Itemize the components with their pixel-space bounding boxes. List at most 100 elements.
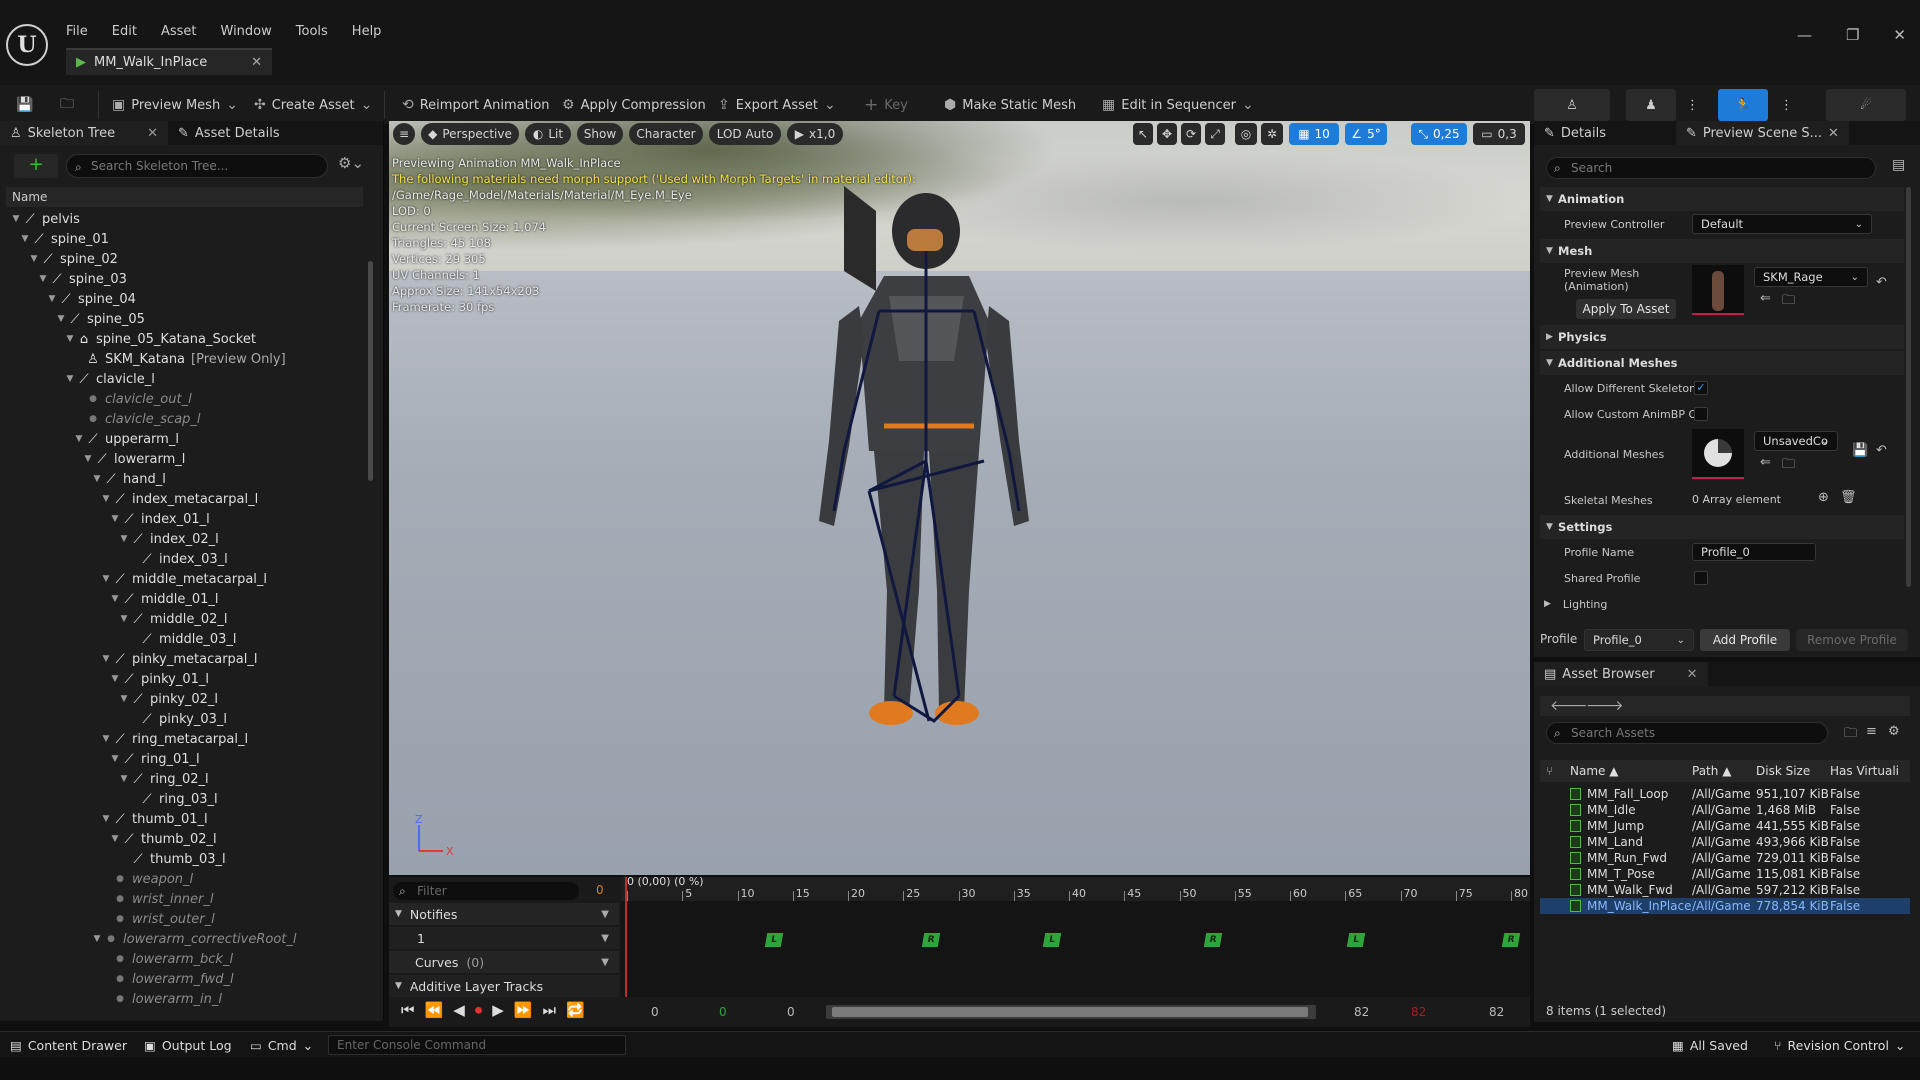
menu-help[interactable]: Help <box>352 24 382 39</box>
tree-node[interactable]: ▼ ⟋ pelvis <box>6 209 363 229</box>
tree-node[interactable]: ▼ ⟋ pinky_metacarpal_l <box>6 649 363 669</box>
edit-in-sequencer-button[interactable]: ▦ Edit in Sequencer ⌄ <box>1102 85 1254 125</box>
tab-preview-scene-settings[interactable]: ✎ Preview Scene S... ✕ <box>1675 121 1849 145</box>
reset-arrow-icon[interactable]: ↶ <box>1876 443 1887 458</box>
cmd-button[interactable]: ▭ Cmd ⌄ <box>250 1032 313 1058</box>
tree-node[interactable]: ▼ ⌂ spine_05_Katana_Socket <box>6 329 363 349</box>
add-profile-button[interactable]: Add Profile <box>1700 629 1790 651</box>
range-start-green[interactable]: 0 <box>719 1005 727 1019</box>
section-additional-meshes[interactable]: ▼ Additional Meshes <box>1540 351 1904 375</box>
tree-node[interactable]: ▼ ⟋ index_02_l <box>6 529 363 549</box>
tree-node[interactable]: ▼ ⟋ thumb_02_l <box>6 829 363 849</box>
revision-control-button[interactable]: ⑂ Revision Control ⌄ <box>1774 1032 1905 1058</box>
browse-asset-icon[interactable]: 🗀 <box>1782 455 1795 477</box>
select-tool-icon[interactable]: ↖ <box>1133 123 1153 145</box>
preview-viewport[interactable]: ≡ ◆ Perspective ◐ Lit Show Character LOD A… <box>389 121 1530 875</box>
expand-arrow-icon[interactable]: ▼ <box>118 774 130 784</box>
tree-node[interactable]: ▼ ⟋ ring_metacarpal_l <box>6 729 363 749</box>
minimize-icon[interactable]: — <box>1797 26 1812 44</box>
expand-arrow-icon[interactable]: ▼ <box>109 514 121 524</box>
translate-tool-icon[interactable]: ✥ <box>1157 123 1177 145</box>
expand-arrow-icon[interactable]: ▼ <box>100 734 112 744</box>
reimport-animation-button[interactable]: ⟲ Reimport Animation <box>402 85 550 125</box>
lighting-row[interactable]: ▶ Lighting <box>1540 593 1904 615</box>
curves-track-header[interactable]: Curves (0) ▼ <box>389 951 619 973</box>
physics-mode-button[interactable]: ☄ <box>1826 89 1906 121</box>
close-tab-icon[interactable]: ✕ <box>1828 126 1839 141</box>
tree-node[interactable]: ▼ ⟋ hand_l <box>6 469 363 489</box>
forward-arrow-icon[interactable]: 🡒 <box>1586 697 1624 714</box>
range-end-2[interactable]: 82 <box>1489 1005 1504 1019</box>
allow-different-skeleton-checkbox[interactable]: ✓ <box>1694 381 1708 395</box>
add-button[interactable]: + <box>14 154 58 178</box>
notify-marker[interactable]: L <box>764 933 784 947</box>
tree-node[interactable]: ▼ ⟋ ring_02_l <box>6 769 363 789</box>
tree-node[interactable]: ● lowerarm_bck_l <box>6 949 363 969</box>
all-saved-button[interactable]: ▦ All Saved <box>1672 1032 1748 1058</box>
section-physics[interactable]: ▶ Physics <box>1540 325 1904 349</box>
menu-edit[interactable]: Edit <box>112 24 137 39</box>
apply-compression-button[interactable]: ⚙ Apply Compression <box>562 85 706 125</box>
timeline-scrollbar[interactable] <box>826 1005 1316 1019</box>
save-button[interactable]: 💾 <box>16 85 33 125</box>
expand-arrow-icon[interactable]: ▼ <box>73 434 85 444</box>
use-selected-asset-icon[interactable]: ⇐ <box>1760 291 1771 306</box>
use-selected-asset-icon[interactable]: ⇐ <box>1760 455 1771 470</box>
shared-profile-checkbox[interactable] <box>1694 571 1708 585</box>
tree-node[interactable]: ▼ ⟋ middle_metacarpal_l <box>6 569 363 589</box>
timeline-track-area[interactable]: 5 10 15 20 25 30 35 40 45 50 55 60 65 70 75 80 0 (0,00)… <box>621 875 1530 997</box>
tree-node[interactable]: ▼ ⟋ pinky_02_l <box>6 689 363 709</box>
range-start[interactable]: 0 <box>651 1005 659 1019</box>
angle-snap-button[interactable]: ∠ 5° <box>1345 123 1387 145</box>
skip-to-start-icon[interactable]: ⏮ <box>401 1001 415 1019</box>
additional-mesh-thumbnail[interactable] <box>1692 429 1744 479</box>
export-asset-button[interactable]: ⇪ Export Asset ⌄ <box>718 85 836 125</box>
tree-node[interactable]: ▼ ⟋ index_metacarpal_l <box>6 489 363 509</box>
column-options-icon[interactable]: ⑂ <box>1540 764 1570 778</box>
expand-arrow-icon[interactable]: ▼ <box>109 834 121 844</box>
expand-arrow-icon[interactable]: ▼ <box>46 294 58 304</box>
section-settings[interactable]: ▼ Settings <box>1540 515 1904 539</box>
settings-gear-icon[interactable]: ⚙⌄ <box>338 154 364 172</box>
menu-tools[interactable]: Tools <box>296 24 328 39</box>
tree-node[interactable]: ▼ ⟋ spine_04 <box>6 289 363 309</box>
record-icon[interactable]: ⏺ <box>475 1001 483 1019</box>
camera-speed-button[interactable]: ▭ 0,3 <box>1473 123 1525 145</box>
asset-row[interactable]: MM_Run_Fwd/All/Game 729,011 KiB False <box>1540 850 1910 866</box>
range-end[interactable]: 82 <box>1354 1005 1369 1019</box>
settings-gear-icon[interactable]: ⚙ <box>1888 724 1900 739</box>
step-back-icon[interactable]: ⏪ <box>425 1001 444 1019</box>
expand-arrow-icon[interactable]: ▼ <box>118 534 130 544</box>
details-search-input[interactable]: ⌕ Search <box>1546 157 1876 179</box>
output-log-button[interactable]: ▣ Output Log <box>144 1032 232 1058</box>
character-button[interactable]: Character <box>629 123 703 145</box>
asset-row[interactable]: MM_Walk_InPlace/All/Game 778,854 KiB False <box>1540 898 1910 914</box>
back-arrow-icon[interactable]: 🡐 <box>1550 697 1588 714</box>
scale-snap-button[interactable]: ⤡ 0,25 <box>1411 123 1467 145</box>
range-current[interactable]: 0 <box>787 1005 795 1019</box>
play-reverse-icon[interactable]: ◀ <box>453 1001 465 1019</box>
tree-node[interactable]: ▼ ⟋ index_01_l <box>6 509 363 529</box>
tree-node[interactable]: ▼ ⟋ ring_01_l <box>6 749 363 769</box>
skeleton-search-input[interactable]: ⌕ Search Skeleton Tree... <box>66 154 328 178</box>
expand-arrow-icon[interactable]: ▼ <box>19 234 31 244</box>
column-path[interactable]: Path ▲ <box>1692 764 1756 778</box>
dropdown-arrow-icon[interactable]: ▼ <box>601 957 609 968</box>
range-end-red[interactable]: 82 <box>1411 1005 1426 1019</box>
table-view-icon[interactable]: ▤ <box>1892 157 1905 173</box>
expand-arrow-icon[interactable]: ▼ <box>109 674 121 684</box>
timeline-scroll-thumb[interactable] <box>832 1007 1308 1017</box>
mesh-mode-menu[interactable]: ⋮ <box>1686 85 1699 125</box>
remove-profile-button[interactable]: Remove Profile <box>1796 629 1908 651</box>
step-forward-icon[interactable]: ⏩ <box>514 1001 533 1019</box>
mesh-thumbnail[interactable] <box>1692 265 1744 315</box>
tree-node[interactable]: ♙ SKM_Katana [Preview Only] <box>6 349 363 369</box>
console-input[interactable]: Enter Console Command <box>328 1035 626 1055</box>
preview-mesh-button[interactable]: ▣ Preview Mesh ⌄ <box>112 85 238 125</box>
lit-button[interactable]: ◐ Lit <box>525 123 571 145</box>
notify-marker[interactable]: R <box>921 933 941 947</box>
time-ruler[interactable]: 5 10 15 20 25 30 35 40 45 50 55 60 65 70 75 80 <box>621 877 1530 901</box>
lod-button[interactable]: LOD Auto <box>709 123 781 145</box>
tree-node[interactable]: ▼ ⟋ thumb_01_l <box>6 809 363 829</box>
document-tab[interactable]: ▶ MM_Walk_InPlace ✕ <box>66 48 272 75</box>
